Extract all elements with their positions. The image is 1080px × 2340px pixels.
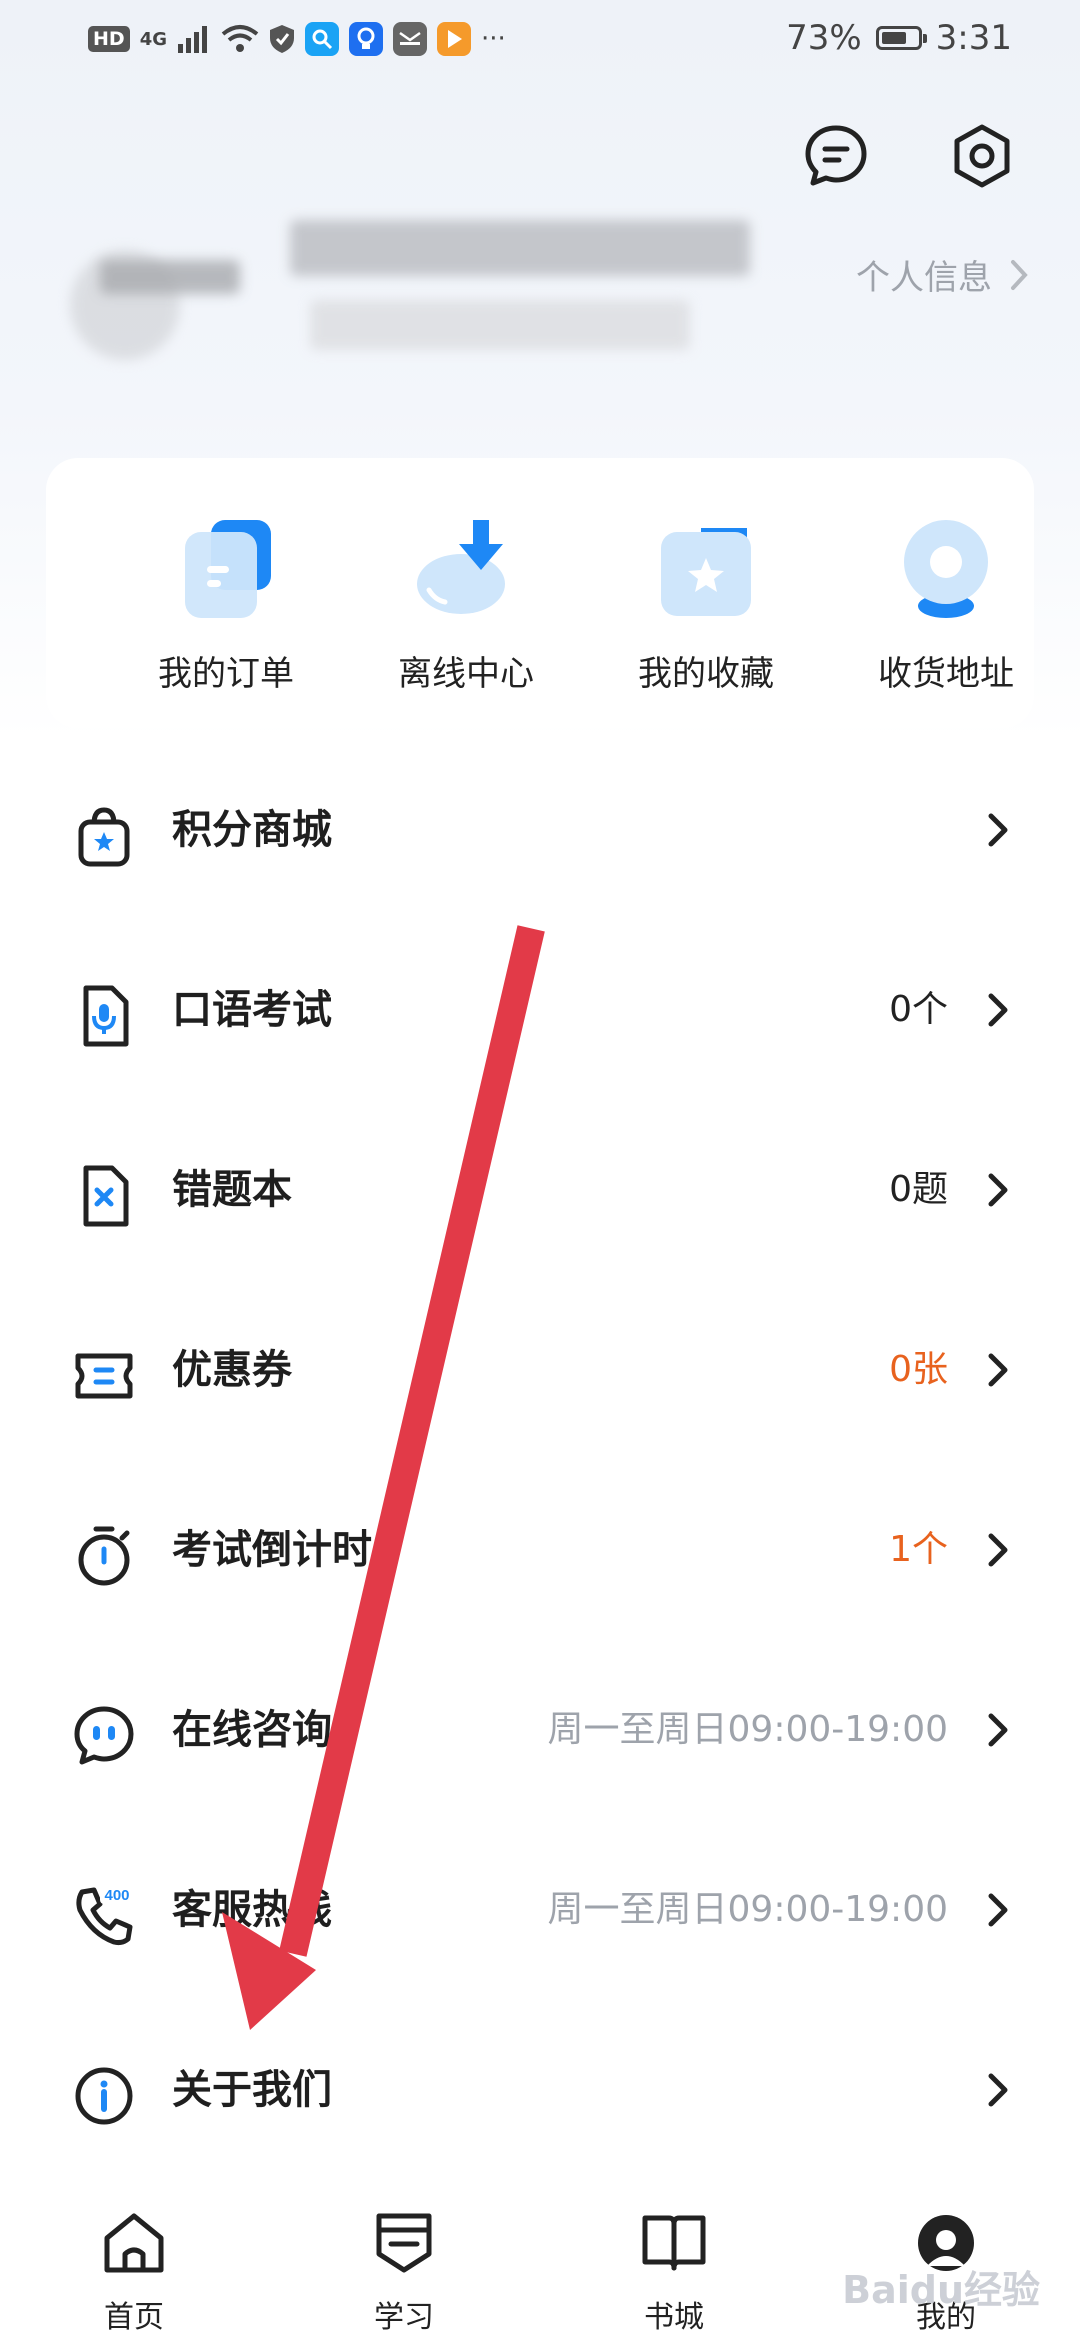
menu-item-value: 0个 [889,989,948,1030]
settings-icon [954,124,1010,188]
quick-action-orders[interactable]: 我的订单 [126,514,326,695]
menu-item-value: 0题 [889,1169,948,1210]
message-icon [805,125,867,186]
offline-download-icon [411,514,521,624]
quick-action-offline[interactable]: 离线中心 [366,514,566,695]
menu-item-label: 错题本 [172,1167,292,1213]
menu-item-label: 客服热线 [172,1887,332,1933]
quick-actions-card: 我的订单 离线中心 我的收藏 收货地址 [46,458,1034,728]
clock: 3:31 [935,18,1012,58]
battery-icon [875,26,927,50]
quick-action-label: 收货地址 [878,654,1014,694]
phone-400-icon: 400 [72,1884,136,1948]
bulb-app-icon [349,22,383,56]
status-icons-right: 73% 3:31 [786,18,1012,58]
menu-item-label: 考试倒计时 [172,1527,372,1573]
study-icon [376,2213,432,2273]
menu-item-service-hotline[interactable]: 400 客服热线 周一至周日09:00-19:00 [0,1820,1080,2000]
status-icons-left: HD 4G ··· [88,22,506,56]
signal-icon [177,24,211,54]
chevron-right-icon [988,993,1008,1027]
chat-bubble-icon [72,1704,136,1768]
chevron-right-icon [988,1173,1008,1207]
network-type: 4G [139,28,167,50]
tab-label: 首页 [104,2300,164,2335]
video-app-icon [437,22,471,56]
menu-item-label: 口语考试 [172,987,332,1033]
shield-icon [269,24,295,54]
menu-item-oral-exam[interactable]: 口语考试 0个 [0,920,1080,1100]
menu-item-wrong-answers[interactable]: 错题本 0题 [0,1100,1080,1280]
chevron-right-icon [1011,259,1028,290]
quick-action-label: 我的订单 [158,654,294,694]
stopwatch-icon [72,1524,136,1588]
hd-badge: HD [88,26,130,52]
location-pin-icon [891,514,1001,624]
info-icon [72,2064,136,2128]
svg-text:400: 400 [104,1887,129,1904]
battery-percent: 73% [786,18,862,58]
tab-bookstore[interactable]: 书城 [604,2208,744,2336]
chevron-right-icon [988,1533,1008,1567]
wrong-answers-book-icon [72,1164,136,1228]
tab-label: 书城 [644,2300,704,2335]
user-detail-blurred [310,300,690,350]
coupon-icon [72,1344,136,1408]
menu-item-exam-countdown[interactable]: 考试倒计时 1个 [0,1460,1080,1640]
battery-fill [881,32,907,44]
favorites-folder-icon [651,514,761,624]
menu-item-value: 周一至周日09:00-19:00 [547,1709,948,1750]
quick-action-address[interactable]: 收货地址 [846,514,1046,695]
shopping-bag-icon [72,804,136,868]
chevron-right-icon [988,1353,1008,1387]
settings-button[interactable] [944,118,1020,194]
microphone-icon [72,984,136,1048]
menu-item-coupons[interactable]: 优惠券 0张 [0,1280,1080,1460]
menu-item-points-mall[interactable]: 积分商城 [0,740,1080,920]
menu-item-label: 优惠券 [172,1347,292,1393]
chevron-right-icon [988,813,1008,847]
menu-item-value: 1个 [889,1529,948,1570]
search-app-icon [305,22,339,56]
menu-item-value: 周一至周日09:00-19:00 [547,1889,948,1930]
tab-home[interactable]: 首页 [64,2208,204,2336]
more-notifications: ··· [481,24,506,54]
watermark: Baidu经验 [842,2268,1040,2312]
message-button[interactable] [798,118,874,194]
chevron-right-icon [988,1893,1008,1927]
menu-item-value: 0张 [889,1349,948,1390]
menu-item-label: 在线咨询 [172,1707,332,1753]
menu-item-online-consult[interactable]: 在线咨询 周一至周日09:00-19:00 [0,1640,1080,1820]
chevron-right-icon [988,2073,1008,2107]
avatar-blur-detail [100,260,240,294]
menu-item-label: 积分商城 [172,807,332,853]
book-icon [642,2215,706,2271]
profile-section[interactable] [70,210,790,360]
personal-info-label: 个人信息 [856,258,992,298]
order-icon [171,514,281,624]
quick-action-label: 我的收藏 [638,654,774,694]
chevron-right-icon [988,1713,1008,1747]
tab-study[interactable]: 学习 [334,2208,474,2336]
username-blurred [290,220,750,276]
menu-item-about-us[interactable]: 关于我们 [0,2000,1080,2180]
menu-item-label: 关于我们 [172,2067,332,2113]
quick-action-favorites[interactable]: 我的收藏 [606,514,806,695]
personal-info-link[interactable]: 个人信息 [856,250,1028,299]
tab-label: 学习 [374,2300,434,2335]
status-bar: HD 4G ··· 73% 3:31 [0,0,1080,82]
home-icon [104,2213,164,2273]
huawei-app-icon [393,22,427,56]
wifi-icon [221,24,259,54]
quick-action-label: 离线中心 [398,654,534,694]
